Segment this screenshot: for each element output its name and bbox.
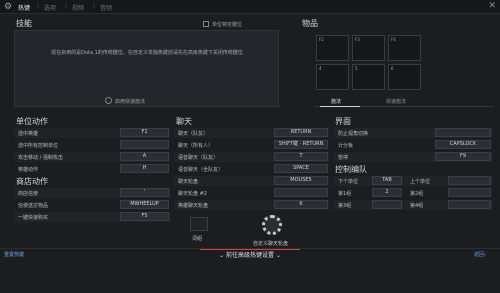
row-label: 聊天（所有人）: [178, 143, 214, 149]
row-label: 下个单位: [338, 179, 359, 185]
hotkey-button[interactable]: [120, 140, 169, 149]
per-hero-label: 单位特定键位: [212, 22, 243, 28]
row-label: 聊天（队友）: [178, 131, 209, 137]
chevron-down-icon: ⌄: [275, 252, 281, 259]
hotkey-button[interactable]: F9: [435, 152, 491, 161]
item-slot[interactable]: F2: [316, 35, 349, 61]
gear-icon[interactable]: ⚙: [4, 2, 14, 12]
row-label: 聊天轮盘 #2: [178, 191, 207, 197]
row-label: 信使送达物品: [18, 203, 49, 209]
hotkey-button[interactable]: [435, 128, 491, 137]
tab-audio[interactable]: 音频: [100, 3, 112, 12]
hotkey-button[interactable]: [448, 188, 491, 197]
hotkey-button[interactable]: SHIFT键 · RETURN: [274, 140, 328, 149]
shop-actions-title: 商店动作: [16, 177, 48, 186]
row-label: 计分板: [338, 143, 354, 149]
chat-wheel-icon[interactable]: [262, 215, 282, 235]
nav-separator: |: [37, 3, 40, 10]
item-slot[interactable]: 6: [388, 64, 421, 90]
hotkey-button[interactable]: [448, 176, 491, 185]
hotkey-button[interactable]: F1: [120, 128, 169, 137]
row-label: 一键快速购买: [18, 215, 49, 221]
tab-cast[interactable]: 施法: [331, 98, 341, 105]
row-label: 上个单位: [410, 179, 431, 185]
custom-chat-wheel-label: 自定义聊天轮盘: [253, 241, 289, 247]
item-slot[interactable]: F4: [388, 35, 421, 61]
row-label: 语音聊天（全队友）: [178, 167, 224, 173]
quickcast-checkbox[interactable]: [105, 97, 112, 104]
row-label: 暂停: [338, 155, 349, 161]
hotkey-button[interactable]: ': [120, 188, 169, 197]
item-slot[interactable]: F3: [352, 35, 385, 61]
row-label: 第2组: [410, 191, 424, 197]
advanced-hotkeys-label: 前往高级热键设置: [225, 252, 274, 259]
items-title: 物品: [302, 19, 318, 28]
hotkey-button[interactable]: [274, 188, 328, 197]
row-label: 英雄动作: [18, 167, 39, 173]
row-label: 商店信使: [18, 191, 39, 197]
phrases-icon[interactable]: [190, 217, 208, 231]
close-icon[interactable]: ✕: [488, 1, 496, 11]
hotkey-button[interactable]: H: [120, 164, 169, 173]
hotkey-button[interactable]: CAPSLOCK: [435, 140, 491, 149]
chevron-down-icon: ⌄: [219, 252, 225, 259]
row-label: 语音聊天（队友）: [178, 155, 219, 161]
row-label: 选中所有控制单位: [18, 143, 59, 149]
tab-hotkeys[interactable]: 热键: [18, 3, 30, 12]
hotkey-button[interactable]: [448, 200, 491, 209]
row-label: 第4组: [410, 203, 424, 209]
reset-hotkeys-link[interactable]: 重置热键: [4, 251, 24, 258]
hotkey-button[interactable]: SPACE: [274, 164, 328, 173]
chevron-right-icon: ›: [484, 252, 487, 258]
interface-title: 界面: [335, 117, 351, 126]
tab-options[interactable]: 选项: [44, 3, 56, 12]
hotkey-button[interactable]: RETURN: [274, 128, 328, 137]
item-slot[interactable]: 4: [316, 64, 349, 90]
row-label: 防止视角切换: [338, 131, 369, 137]
hotkey-button[interactable]: MWHEELUP: [120, 200, 169, 209]
per-hero-checkbox[interactable]: [203, 21, 209, 27]
tab-quickcast[interactable]: 快速施法: [386, 98, 406, 105]
skills-description: 现在启用的是Dota 1的传统键位。在自定义单独热键前请先在高级热键下关闭传统键…: [51, 50, 243, 56]
back-label: 返回: [474, 252, 485, 258]
phrases-label: 词组: [192, 236, 203, 242]
nav-separator: |: [65, 3, 68, 10]
hotkey-button[interactable]: [372, 200, 402, 209]
item-slot[interactable]: 5: [352, 64, 385, 90]
hotkey-button[interactable]: MOUSE5: [274, 176, 328, 185]
hotkey-button[interactable]: F5: [120, 212, 169, 221]
skills-panel: 现在启用的是Dota 1的传统键位。在自定义单独热键前请先在高级热键下关闭传统键…: [14, 30, 279, 107]
control-groups-title: 控制编队: [335, 165, 367, 174]
hotkey-button[interactable]: T: [274, 152, 328, 161]
row-label: 选中英雄: [18, 131, 39, 137]
tab-video[interactable]: 视频: [72, 3, 84, 12]
row-label: 第3组: [338, 203, 352, 209]
row-label: 第1组: [338, 191, 352, 197]
chat-title: 聊天: [176, 117, 192, 126]
unit-actions-title: 单位动作: [16, 117, 48, 126]
top-nav-bar: ⚙ 热键 | 选项 | 视频 | 音频 ✕: [0, 0, 500, 14]
row-label: 聊天轮盘: [178, 179, 199, 185]
hotkey-button[interactable]: A: [120, 152, 169, 161]
quickcast-label: 启用快速施法: [115, 99, 146, 105]
skills-title: 技能: [16, 19, 32, 28]
advanced-hotkeys-button[interactable]: ⌄ 前往高级热键设置 ⌄: [200, 249, 300, 261]
row-label: 攻击移动 / 强制攻击: [18, 155, 63, 161]
hotkey-button[interactable]: TAB: [372, 176, 402, 185]
back-link[interactable]: 返回›: [474, 251, 486, 258]
hotkey-button[interactable]: 2: [372, 188, 402, 197]
hotkey-button[interactable]: K: [274, 200, 328, 209]
active-tab-underline: [320, 106, 360, 107]
row-label: 英雄聊天轮盘: [178, 203, 209, 209]
nav-separator: |: [93, 3, 96, 10]
